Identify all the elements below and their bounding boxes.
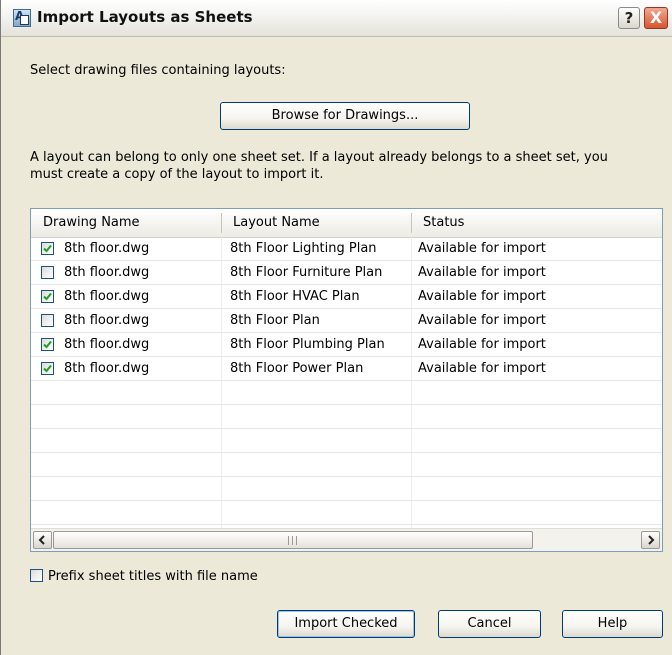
close-button[interactable]: X	[644, 7, 668, 29]
table-row[interactable]: 8th floor.dwg 8th Floor Power Plan Availab…	[31, 357, 662, 381]
row-checkbox[interactable]	[41, 266, 54, 279]
import-layouts-dialog: A Import Layouts as Sheets ? X Select dr…	[0, 0, 672, 655]
row-checkbox[interactable]	[41, 242, 54, 255]
title-bar[interactable]: A Import Layouts as Sheets ? X	[1, 0, 672, 37]
table-row	[31, 381, 662, 405]
checkmark-icon	[43, 244, 52, 253]
arrow-right-icon[interactable]	[641, 531, 660, 549]
row-checkbox[interactable]	[41, 338, 54, 351]
drawing-name-cell: 8th floor.dwg	[64, 361, 150, 376]
table-row	[31, 501, 662, 525]
arrow-left-icon[interactable]	[33, 531, 52, 549]
title-help-button[interactable]: ?	[618, 7, 640, 29]
table-row[interactable]: 8th floor.dwg 8th Floor Plumbing Plan Avai…	[31, 333, 662, 357]
drawing-name-cell: 8th floor.dwg	[64, 337, 150, 352]
layout-name-cell: 8th Floor Power Plan	[230, 361, 364, 376]
table-row	[31, 405, 662, 429]
cancel-button[interactable]: Cancel	[438, 610, 541, 638]
info-text-line1: A layout can belong to only one sheet se…	[30, 150, 608, 165]
table-row	[31, 453, 662, 477]
info-text-line2: must create a copy of the layout to impo…	[30, 167, 324, 182]
table-row[interactable]: 8th floor.dwg 8th Floor Lighting Plan Avai…	[31, 237, 662, 261]
scrollbar-thumb[interactable]	[53, 531, 533, 549]
table-row[interactable]: 8th floor.dwg 8th Floor Furniture Plan Ava…	[31, 261, 662, 285]
column-header-drawing-name[interactable]: Drawing Name	[31, 209, 221, 237]
drawing-name-cell: 8th floor.dwg	[64, 265, 150, 280]
layout-name-cell: 8th Floor Plumbing Plan	[230, 337, 385, 352]
column-header-layout-name[interactable]: Layout Name	[221, 209, 411, 237]
drawing-name-cell: 8th floor.dwg	[64, 241, 150, 256]
prefix-checkbox[interactable]	[30, 569, 43, 582]
drawing-name-cell: 8th floor.dwg	[64, 313, 150, 328]
layout-name-cell: 8th Floor HVAC Plan	[230, 289, 360, 304]
row-checkbox[interactable]	[41, 314, 54, 327]
status-cell: Available for import	[418, 265, 546, 280]
checkmark-icon	[43, 364, 52, 373]
layout-name-cell: 8th Floor Furniture Plan	[230, 265, 383, 280]
status-cell: Available for import	[418, 313, 546, 328]
browse-drawings-button[interactable]: Browse for Drawings...	[220, 102, 470, 130]
status-cell: Available for import	[418, 289, 546, 304]
import-checked-button[interactable]: Import Checked	[277, 610, 415, 638]
table-row[interactable]: 8th floor.dwg 8th Floor Plan Available for…	[31, 309, 662, 333]
grip-icon	[286, 536, 300, 545]
app-icon: A	[13, 9, 31, 27]
table-row[interactable]: 8th floor.dwg 8th Floor HVAC Plan Availabl…	[31, 285, 662, 309]
layout-name-cell: 8th Floor Plan	[230, 313, 320, 328]
layouts-table[interactable]: Drawing Name Layout Name Status 8th floo…	[30, 208, 663, 552]
status-cell: Available for import	[418, 337, 546, 352]
row-checkbox[interactable]	[41, 362, 54, 375]
layout-name-cell: 8th Floor Lighting Plan	[230, 241, 377, 256]
status-cell: Available for import	[418, 361, 546, 376]
drawing-name-cell: 8th floor.dwg	[64, 289, 150, 304]
checkmark-icon	[43, 340, 52, 349]
help-button[interactable]: Help	[562, 610, 663, 638]
status-cell: Available for import	[418, 241, 546, 256]
prefix-checkbox-label[interactable]: Prefix sheet titles with file name	[48, 569, 258, 584]
select-drawings-label: Select drawing files containing layouts:	[30, 63, 286, 78]
table-row	[31, 477, 662, 501]
checkmark-icon	[43, 292, 52, 301]
row-checkbox[interactable]	[41, 290, 54, 303]
table-header: Drawing Name Layout Name Status	[31, 209, 662, 238]
horizontal-scrollbar[interactable]	[31, 528, 662, 551]
column-header-status[interactable]: Status	[411, 209, 661, 237]
table-row	[31, 429, 662, 453]
window-title: Import Layouts as Sheets	[37, 8, 253, 26]
